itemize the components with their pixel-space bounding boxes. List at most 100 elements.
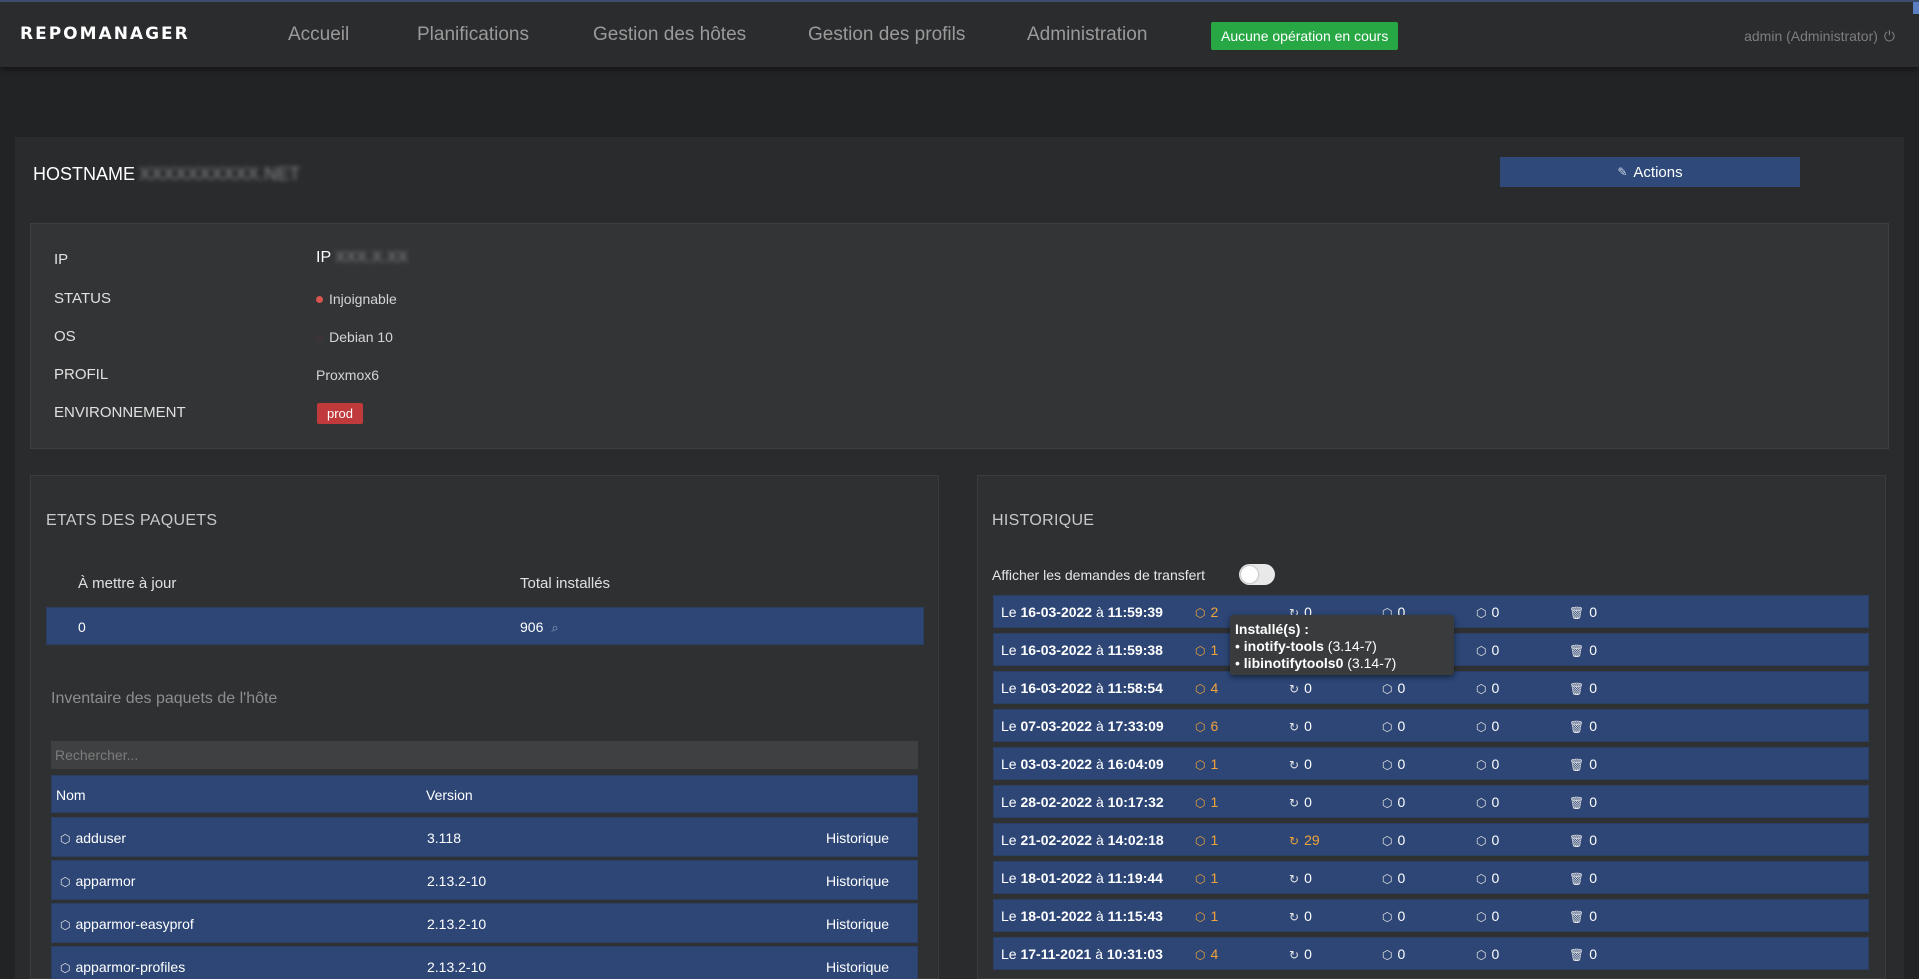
power-icon[interactable]: ⏻ — [1884, 28, 1895, 44]
package-history-link[interactable]: Historique — [826, 959, 889, 975]
history-date-date: 16-03-2022 — [1020, 680, 1093, 696]
actions-button[interactable]: ✎ Actions — [1500, 157, 1800, 187]
history-date-date: 16-03-2022 — [1020, 604, 1093, 620]
history-row[interactable]: Le 18-01-2022 à 11:15:43 ⬡ 1 ↻ 0 ⬡ 0 ⬡ 0 🗑 0 — [993, 899, 1869, 932]
history-installed-count[interactable]: ⬡ 1 — [1195, 908, 1218, 924]
history-row[interactable]: Le 21-02-2022 à 14:02:18 ⬡ 1 ↻ 29 ⬡ 0 ⬡ 0 🗑 0 — [993, 823, 1869, 856]
history-downgraded-count[interactable]: ⬡0 — [1382, 680, 1405, 696]
history-removed-count[interactable]: ⬡ 0 — [1476, 794, 1499, 810]
history-installed-count[interactable]: ⬡ 1 — [1195, 756, 1218, 772]
history-row[interactable]: Le 28-02-2022 à 10:17:32 ⬡ 1 ↻ 0 ⬡ 0 ⬡ 0 🗑 0 — [993, 785, 1869, 818]
history-purged-count[interactable]: 🗑 0 — [1569, 718, 1597, 734]
col-version-header[interactable]: Version — [426, 787, 473, 803]
nav-administration[interactable]: Administration — [1027, 24, 1147, 46]
history-removed-count[interactable]: ⬡ 0 — [1476, 756, 1499, 772]
history-purged-count[interactable]: 🗑 0 — [1569, 604, 1597, 620]
history-installed-count[interactable]: ⬡ 4 — [1195, 680, 1218, 696]
history-removed-count[interactable]: ⬡ 0 — [1476, 908, 1499, 924]
installed-icon: ⬡ — [1195, 682, 1206, 696]
history-purged-count[interactable]: 🗑 0 — [1569, 946, 1597, 962]
nav-gestion-hotes[interactable]: Gestion des hôtes — [593, 24, 746, 46]
history-purged-value: 0 — [1589, 680, 1598, 696]
package-search-input[interactable] — [51, 741, 918, 769]
history-row[interactable]: Le 17-11-2021 à 10:31:03 ⬡ 4 ↻ 0 ⬡ 0 ⬡ 0 🗑 0 — [993, 937, 1869, 970]
history-downgraded-count[interactable]: ⬡0 — [1382, 908, 1405, 924]
history-updated-count[interactable]: ↻0 — [1289, 794, 1312, 810]
history-updated-count[interactable]: ↻0 — [1289, 718, 1312, 734]
history-removed-count[interactable]: ⬡ 0 — [1476, 870, 1499, 886]
history-updated-count[interactable]: ↻ 29 — [1289, 832, 1320, 848]
total-installed-value[interactable]: 906 ⌕ — [520, 619, 559, 636]
history-removed-value: 0 — [1491, 756, 1500, 772]
history-downgraded-value: 0 — [1397, 832, 1406, 848]
history-date-sep: à — [1095, 680, 1104, 696]
history-purged-count[interactable]: 🗑 0 — [1569, 642, 1597, 658]
history-removed-count[interactable]: ⬡ 0 — [1476, 604, 1499, 620]
host-info-box — [30, 223, 1889, 449]
history-removed-count[interactable]: ⬡ 0 — [1476, 832, 1499, 848]
history-row[interactable]: Le 03-03-2022 à 16:04:09 ⬡ 1 ↻ 0 ⬡ 0 ⬡ 0 🗑 0 — [993, 747, 1869, 780]
history-downgraded-count[interactable]: ⬡0 — [1382, 870, 1405, 886]
user-label[interactable]: admin (Administrator) — [1744, 28, 1878, 44]
history-purged-count[interactable]: 🗑 0 — [1569, 680, 1597, 696]
history-installed-count[interactable]: ⬡ 4 — [1195, 946, 1218, 962]
history-removed-value: 0 — [1491, 680, 1500, 696]
history-updated-value: 0 — [1304, 794, 1312, 810]
history-removed-count[interactable]: ⬡ 0 — [1476, 718, 1499, 734]
history-row[interactable]: Le 07-03-2022 à 17:33:09 ⬡ 6 ↻ 0 ⬡ 0 ⬡ 0 🗑 0 — [993, 709, 1869, 742]
history-date-time: 17:33:09 — [1107, 718, 1164, 734]
installed-icon: ⬡ — [1195, 872, 1206, 886]
app-logo[interactable]: REPOMANAGER — [20, 24, 190, 44]
package-version: 2.13.2-10 — [427, 916, 487, 932]
history-purged-count[interactable]: 🗑 0 — [1569, 794, 1597, 810]
updated-icon: ↻ — [1289, 720, 1300, 734]
search-icon[interactable]: ⌕ — [551, 620, 558, 635]
history-removed-count[interactable]: ⬡ 0 — [1476, 642, 1499, 658]
history-downgraded-count[interactable]: ⬡0 — [1382, 756, 1405, 772]
corner-indicator — [1913, 2, 1919, 14]
history-row[interactable]: Le 16-03-2022 à 11:58:54 ⬡ 4 ↻ 0 ⬡ 0 ⬡ 0 🗑 0 — [993, 671, 1869, 704]
history-installed-count[interactable]: ⬡ 1 — [1195, 642, 1218, 658]
inventory-title: Inventaire des paquets de l'hôte — [51, 690, 278, 707]
package-history-link[interactable]: Historique — [826, 830, 889, 846]
user-menu[interactable]: admin (Administrator) ⏻ — [1744, 28, 1895, 45]
package-history-link[interactable]: Historique — [826, 916, 889, 932]
history-downgraded-count[interactable]: ⬡0 — [1382, 718, 1405, 734]
history-purged-count[interactable]: 🗑 0 — [1569, 870, 1597, 886]
history-purged-count[interactable]: 🗑 0 — [1569, 756, 1597, 772]
history-date-date: 18-01-2022 — [1020, 908, 1093, 924]
ip-value: IP XXX.X.XX — [316, 249, 408, 267]
history-downgraded-count[interactable]: ⬡0 — [1382, 946, 1405, 962]
history-installed-count[interactable]: ⬡ 1 — [1195, 794, 1218, 810]
history-row[interactable]: Le 18-01-2022 à 11:19:44 ⬡ 1 ↻ 0 ⬡ 0 ⬡ 0 🗑 0 — [993, 861, 1869, 894]
status-dot-icon — [316, 296, 323, 303]
package-history-link[interactable]: Historique — [826, 873, 889, 889]
history-updated-count[interactable]: ↻0 — [1289, 870, 1312, 886]
history-updated-count[interactable]: ↻0 — [1289, 908, 1312, 924]
history-date-sep: à — [1095, 946, 1103, 962]
col-name-header[interactable]: Nom — [56, 787, 86, 803]
history-updated-count[interactable]: ↻0 — [1289, 756, 1312, 772]
nav-planifications[interactable]: Planifications — [417, 24, 529, 46]
history-updated-count[interactable]: ↻0 — [1289, 946, 1312, 962]
history-purged-count[interactable]: 🗑 0 — [1569, 908, 1597, 924]
history-downgraded-count[interactable]: ⬡0 — [1382, 794, 1405, 810]
downgraded-icon: ⬡ — [1382, 720, 1393, 734]
history-updated-count[interactable]: ↻0 — [1289, 680, 1312, 696]
history-installed-count[interactable]: ⬡ 1 — [1195, 870, 1218, 886]
nav-gestion-profils[interactable]: Gestion des profils — [808, 24, 965, 46]
package-name-text: apparmor-profiles — [75, 959, 186, 975]
history-date-prefix: Le — [1001, 832, 1017, 848]
nav-accueil[interactable]: Accueil — [288, 24, 349, 46]
history-removed-count[interactable]: ⬡ 0 — [1476, 680, 1499, 696]
history-downgraded-count[interactable]: ⬡0 — [1382, 832, 1405, 848]
history-installed-count[interactable]: ⬡ 1 — [1195, 832, 1218, 848]
operation-status-badge[interactable]: Aucune opération en cours — [1211, 22, 1399, 50]
history-installed-count[interactable]: ⬡ 2 — [1195, 604, 1218, 620]
profile-value: Proxmox6 — [316, 367, 380, 383]
history-purged-count[interactable]: 🗑 0 — [1569, 832, 1597, 848]
history-installed-count[interactable]: ⬡ 6 — [1195, 718, 1218, 734]
history-removed-count[interactable]: ⬡ 0 — [1476, 946, 1499, 962]
transfer-toggle[interactable] — [1239, 564, 1275, 585]
history-date: Le 03-03-2022 à 16:04:09 — [1001, 756, 1164, 772]
